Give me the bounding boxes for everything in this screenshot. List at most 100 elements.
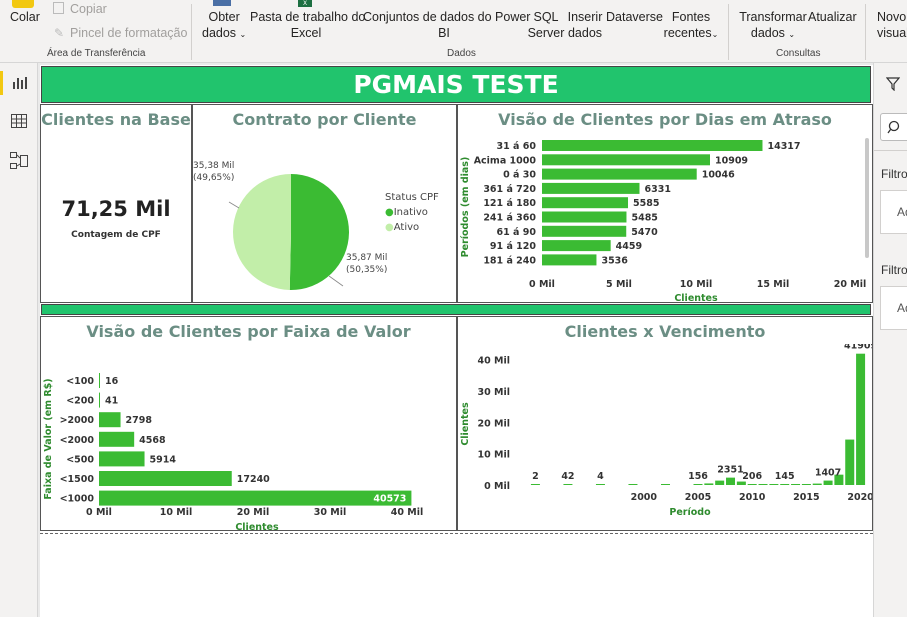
- delay-data-label: 5470: [631, 227, 658, 238]
- value-x-tick: 0 Mil: [86, 507, 112, 518]
- transform-data-button[interactable]: Transformar dados ⌄: [738, 9, 808, 43]
- delay-category-label: 61 á 90: [497, 227, 537, 238]
- report-view-button[interactable]: [0, 71, 38, 95]
- due-column: [812, 483, 822, 485]
- delay-bar-chart-panel[interactable]: Visão de Clientes por Dias em Atraso 31 …: [457, 104, 873, 303]
- delay-category-label: 241 á 360: [483, 213, 536, 224]
- delay-bar: [542, 240, 611, 252]
- copy-button[interactable]: Copiar: [70, 1, 107, 17]
- sql-server-button[interactable]: SQL Server: [527, 9, 565, 41]
- delay-data-label: 4459: [616, 241, 642, 252]
- format-painter-button[interactable]: Pincel de formatação: [70, 25, 187, 41]
- card-label: Contagem de CPF: [71, 230, 161, 240]
- get-data-button[interactable]: Obter dados ⌄: [202, 9, 246, 43]
- copy-icon: [53, 2, 64, 14]
- power-bi-datasets-button[interactable]: Conjuntos de dados do Power BI: [363, 9, 530, 41]
- pie-label-ativo-pct: (49,65%): [193, 173, 235, 183]
- pie-chart-panel[interactable]: Contrato por Cliente 35,38 Mil (49,65%) …: [192, 104, 457, 303]
- delay-bar: [542, 140, 763, 151]
- delay-x-tick: 20 Mil: [834, 279, 867, 290]
- format-painter-icon: ✎: [54, 26, 65, 40]
- value-bar: [99, 490, 412, 506]
- excel-label: Pasta de trabalho do: [250, 10, 366, 24]
- value-bar-chart-panel[interactable]: Visão de Clientes por Faixa de Valor <10…: [40, 316, 457, 531]
- delay-category-label: 361 á 720: [483, 184, 536, 195]
- separator: [728, 4, 729, 60]
- due-column: [747, 484, 757, 485]
- due-y-tick: 0 Mil: [484, 481, 510, 492]
- dataverse-button[interactable]: Dataverse: [606, 9, 663, 25]
- due-column: [715, 480, 725, 485]
- filter-icon[interactable]: [886, 77, 900, 91]
- due-x-tick: 2010: [739, 492, 766, 503]
- value-x-tick: 20 Mil: [237, 507, 270, 518]
- due-column: [823, 480, 833, 485]
- pie-label-inativo-pct: (50,35%): [346, 265, 388, 275]
- report-title: PGMAIS TESTE: [353, 70, 559, 99]
- value-data-label: 2798: [126, 415, 153, 426]
- new-visual-label: Novo: [877, 10, 907, 24]
- filter-field-2[interactable]: Ad: [880, 286, 907, 330]
- value-chart-title: Visão de Clientes por Faixa de Valor: [86, 322, 411, 341]
- refresh-button[interactable]: Atualizar: [808, 9, 857, 25]
- due-column-chart: 2 42 4 156 2351206 145 1407 41909 0 Mil 10 Mil 20 …: [460, 344, 872, 518]
- delay-category-label: 181 á 240: [483, 255, 536, 266]
- get-data-label: Obter: [208, 10, 240, 24]
- insert-label: Inserir: [567, 10, 603, 24]
- due-x-tick: 2005: [685, 492, 711, 503]
- due-chart-title: Clientes x Vencimento: [564, 322, 766, 341]
- filter-label-1: Filtro: [881, 167, 907, 181]
- ribbon: Colar Copiar ✎ Pincel de formatação Área…: [0, 0, 907, 63]
- model-view-button[interactable]: [0, 149, 38, 173]
- delay-scrollbar[interactable]: [865, 138, 869, 258]
- due-column: [704, 483, 714, 485]
- table-view-button[interactable]: [0, 109, 38, 133]
- due-y-tick: 30 Mil: [478, 387, 511, 398]
- delay-category-label: 31 á 60: [497, 141, 537, 152]
- due-column: [780, 484, 790, 485]
- filter-field-1[interactable]: Ad: [880, 190, 907, 234]
- recent-sources-button[interactable]: Fontes recentes⌄: [662, 9, 720, 43]
- paste-button[interactable]: Colar: [10, 9, 40, 25]
- due-column: [856, 353, 866, 485]
- delay-bar: [542, 182, 640, 194]
- delay-chart-title: Visão de Clientes por Dias em Atraso: [498, 110, 832, 129]
- pie-legend: Status CPF ●Inativo ●Ativo: [385, 190, 439, 235]
- filter-label-2: Filtro: [881, 263, 907, 277]
- transform-label-2: dados ⌄: [738, 25, 808, 43]
- new-visual-label-2: visual: [877, 26, 907, 40]
- due-y-tick: 10 Mil: [478, 450, 511, 461]
- due-y-tick: 20 Mil: [478, 418, 511, 429]
- recent-label-2: recentes⌄: [662, 25, 720, 43]
- due-column-chart-panel[interactable]: Clientes x Vencimento 2 42 4 156 2351 206 145 1…: [457, 316, 873, 531]
- due-column: [693, 484, 703, 485]
- delay-x-tick: 5 Mil: [606, 279, 632, 290]
- pane-divider: [874, 150, 907, 151]
- due-x-tick: 2020: [847, 492, 872, 503]
- pie-label-ativo-value: 35,38 Mil: [193, 161, 235, 171]
- value-category-label: >2000: [60, 415, 95, 426]
- value-bar-chart: <100 16 <200 41 >2000 2798 <2000 4568 <500 5914 <1…: [43, 373, 423, 530]
- excel-workbook-button[interactable]: Pasta de trabalho do Excel: [250, 9, 366, 41]
- delay-data-label: 10909: [715, 155, 748, 166]
- chevron-down-icon: ⌄: [711, 30, 719, 39]
- filter-search-box[interactable]: [880, 113, 907, 141]
- insert-data-button[interactable]: Inserir dados: [566, 9, 604, 41]
- due-column: [758, 484, 768, 485]
- new-visual-button[interactable]: Novo visual: [877, 9, 907, 41]
- card-clientes-na-base[interactable]: Clientes na Base 71,25 Mil Contagem de C…: [40, 104, 192, 303]
- legend-item-inativo[interactable]: ●Inativo: [385, 205, 439, 220]
- data-group-label: Dados: [447, 48, 476, 59]
- pie-leader-line: [328, 275, 344, 287]
- due-data-label: 156: [688, 471, 708, 482]
- legend-item-ativo[interactable]: ●Ativo: [385, 220, 439, 235]
- queries-group-label: Consultas: [776, 48, 821, 59]
- card-value: 71,25 Mil: [61, 197, 171, 221]
- pie-leader-line: [228, 201, 240, 209]
- due-column: [769, 484, 779, 485]
- chevron-down-icon: ⌄: [239, 30, 247, 39]
- delay-y-axis-title: Períodos (em dias): [460, 157, 471, 258]
- due-data-label: 206: [742, 471, 762, 482]
- due-x-tick: 2000: [631, 492, 658, 503]
- due-column: [563, 484, 573, 485]
